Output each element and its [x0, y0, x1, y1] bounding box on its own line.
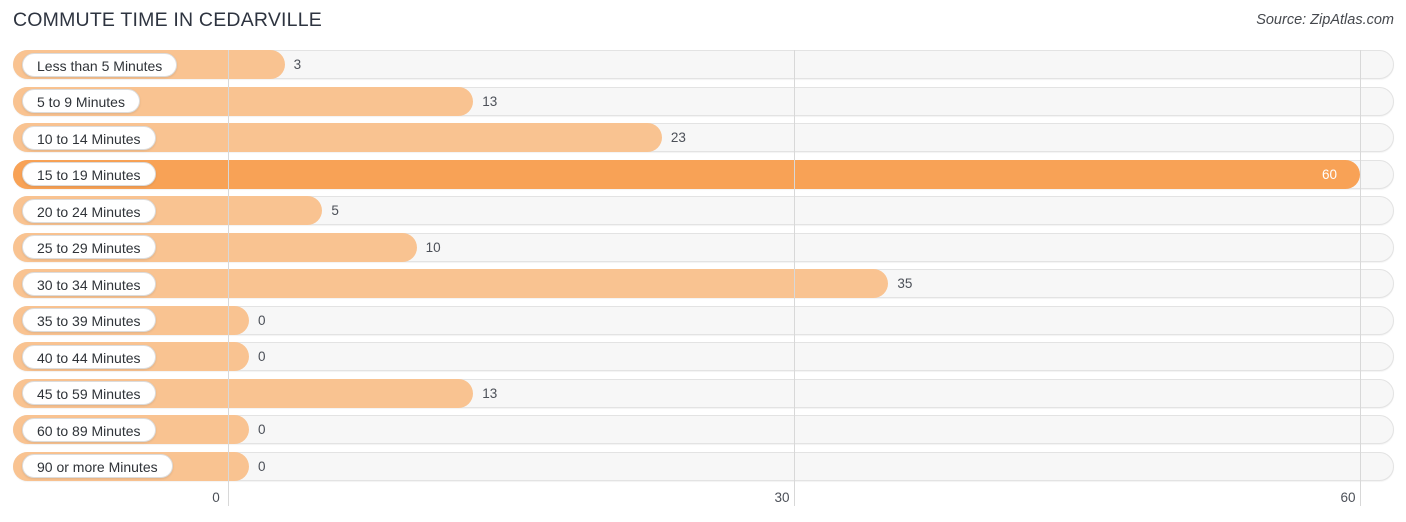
bar-rows: Less than 5 Minutes 3 5 to 9 Minutes 13 10 t… — [13, 50, 1394, 488]
bar-value-label: 35 — [897, 276, 913, 291]
page-title: COMMUTE TIME IN CEDARVILLE — [13, 9, 322, 31]
bar-row[interactable]: 15 to 19 Minutes 60 — [13, 159, 1394, 189]
bar-value-label: 60 — [1322, 166, 1338, 182]
bar-fill — [13, 159, 1360, 189]
bar-value-label: 23 — [670, 130, 686, 145]
bar-category-label: 45 to 59 Minutes — [22, 381, 156, 405]
bar-row[interactable]: 45 to 59 Minutes 13 — [13, 378, 1394, 408]
bar-category-label: 60 to 89 Minutes — [22, 417, 156, 442]
bar-value-label: 0 — [258, 422, 266, 437]
x-axis: 0 30 60 — [13, 484, 1394, 522]
source-attribution: Source: ZipAtlas.com — [1256, 12, 1394, 28]
bar-category-label: 20 to 24 Minutes — [22, 198, 156, 223]
bar-category-label: 40 to 44 Minutes — [22, 344, 156, 369]
bar-row[interactable]: 35 to 39 Minutes 0 — [13, 305, 1394, 335]
bar-row[interactable]: 10 to 14 Minutes 23 — [13, 123, 1394, 152]
bar-row[interactable]: 5 to 9 Minutes 13 — [13, 86, 1394, 116]
bar-category-label: 35 to 39 Minutes — [22, 308, 156, 332]
plot-area: Less than 5 Minutes 3 5 to 9 Minutes 13 10 t… — [13, 50, 1394, 488]
bar-row[interactable]: 25 to 29 Minutes 10 — [13, 232, 1394, 262]
axis-tick-label: 0 — [212, 490, 220, 505]
bar-row[interactable]: 60 to 89 Minutes 0 — [13, 415, 1394, 444]
bar-value-label: 10 — [425, 239, 441, 255]
bar-value-label: 3 — [293, 57, 302, 72]
axis-tick-label: 60 — [1340, 490, 1356, 505]
bar-value-label: 5 — [331, 203, 339, 218]
bar-category-label: 25 to 29 Minutes — [22, 235, 156, 259]
bar-value-label: 0 — [258, 458, 266, 474]
bar-category-label: 90 or more Minutes — [22, 454, 173, 478]
bar-row[interactable]: 90 or more Minutes 0 — [13, 451, 1394, 481]
chart-header: COMMUTE TIME IN CEDARVILLE Source: ZipAt… — [0, 0, 1406, 44]
axis-tick-label: 30 — [774, 490, 790, 505]
bar-value-label: 13 — [482, 93, 498, 109]
bar-category-label: Less than 5 Minutes — [22, 52, 178, 77]
bar-row[interactable]: Less than 5 Minutes 3 — [13, 50, 1394, 79]
bar-row[interactable]: 30 to 34 Minutes 35 — [13, 269, 1394, 298]
bar-category-label: 30 to 34 Minutes — [22, 271, 156, 296]
bar-value-label: 0 — [258, 349, 266, 364]
bar-category-label: 5 to 9 Minutes — [22, 89, 140, 113]
bar-value-label: 13 — [482, 385, 498, 401]
bar-row[interactable]: 20 to 24 Minutes 5 — [13, 196, 1394, 225]
bar-value-label: 0 — [258, 312, 266, 328]
bar-row[interactable]: 40 to 44 Minutes 0 — [13, 342, 1394, 371]
bar-category-label: 15 to 19 Minutes — [22, 162, 156, 186]
chart-container: COMMUTE TIME IN CEDARVILLE Source: ZipAt… — [0, 0, 1406, 522]
bar-category-label: 10 to 14 Minutes — [22, 125, 156, 150]
